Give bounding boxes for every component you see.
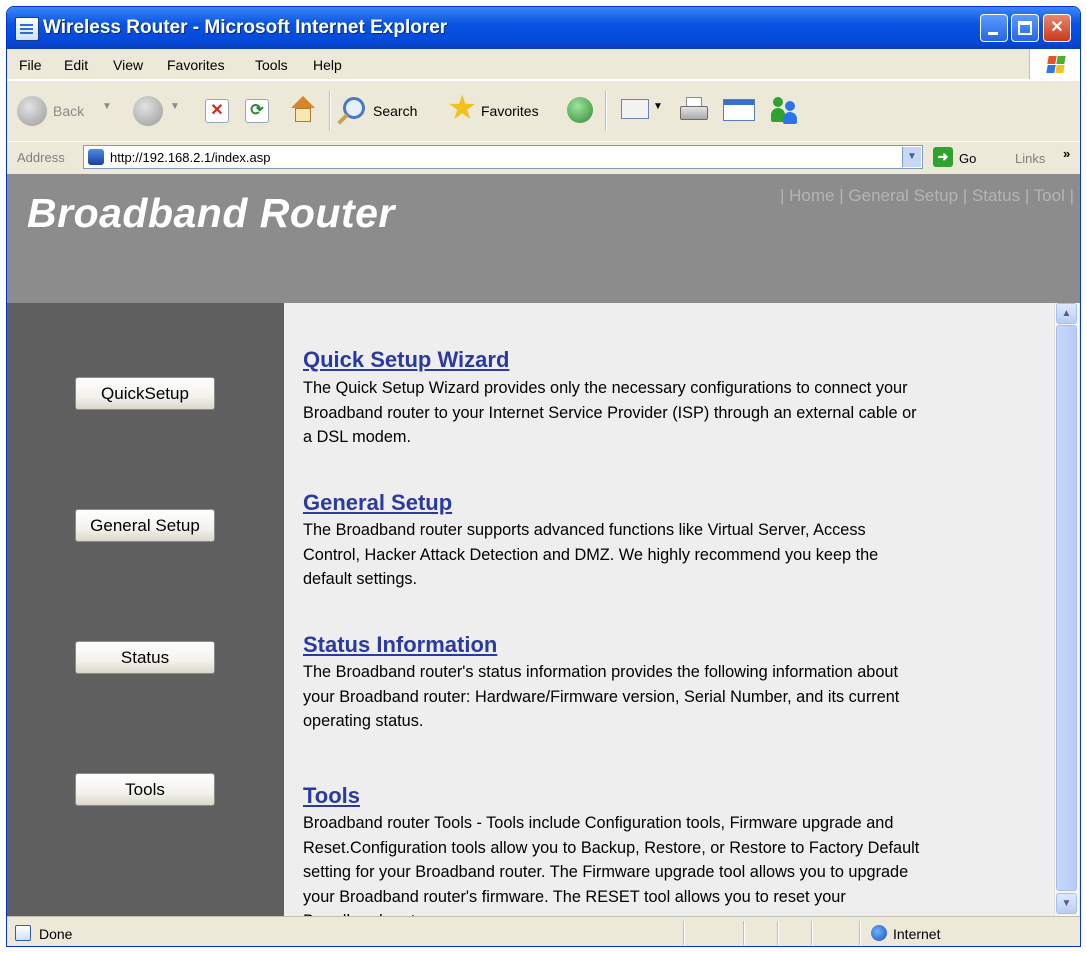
home-icon[interactable]	[289, 96, 317, 124]
nav-tool-link[interactable]: Tool	[1034, 186, 1065, 205]
address-input[interactable]: http://192.168.2.1/index.asp ▼	[83, 145, 923, 169]
toolbar-separator	[329, 91, 331, 131]
back-arrow-icon[interactable]	[17, 96, 47, 126]
status-text: Done	[39, 926, 73, 942]
search-button[interactable]: Search	[373, 103, 417, 119]
go-arrow-icon[interactable]: ➜	[933, 147, 953, 167]
brand-title: Broadband Router	[27, 190, 395, 236]
menu-file[interactable]: File	[19, 57, 42, 73]
general-setup-description: The Broadband router supports advanced f…	[303, 521, 879, 588]
back-button-label[interactable]: Back	[53, 103, 84, 119]
forward-arrow-icon[interactable]	[133, 96, 163, 126]
links-chevron-icon[interactable]: »	[1063, 146, 1070, 161]
messenger-icon[interactable]	[769, 95, 801, 125]
menu-tools[interactable]: Tools	[255, 57, 288, 73]
search-icon-handle	[337, 113, 349, 125]
forward-dropdown-icon[interactable]: ▼	[170, 101, 180, 112]
menu-edit[interactable]: Edit	[64, 57, 88, 73]
tools-description: Broadband router Tools - Tools include C…	[303, 814, 920, 916]
maximize-icon	[1018, 21, 1032, 35]
print-icon[interactable]	[679, 97, 709, 123]
quicksetup-button[interactable]: QuickSetup	[75, 377, 215, 410]
stop-icon[interactable]: ✕	[205, 99, 229, 123]
status-divider	[859, 921, 861, 945]
status-button[interactable]: Status	[75, 641, 215, 674]
scroll-thumb[interactable]	[1056, 325, 1077, 891]
minimize-icon	[988, 32, 998, 35]
history-icon[interactable]	[567, 97, 593, 123]
menu-help[interactable]: Help	[313, 57, 342, 73]
status-information-description: The Broadband router's status informatio…	[303, 663, 900, 730]
address-dropdown-icon[interactable]: ▼	[902, 147, 921, 167]
close-button[interactable]: ✕	[1043, 14, 1071, 42]
quick-setup-description: The Quick Setup Wizard provides only the…	[303, 379, 917, 446]
minimize-button[interactable]	[980, 14, 1008, 42]
address-bar: Address http://192.168.2.1/index.asp ▼ ➜…	[7, 141, 1080, 175]
mail-dropdown-icon[interactable]: ▼	[653, 101, 663, 112]
page-icon	[88, 149, 104, 165]
scroll-up-icon[interactable]: ▲	[1056, 303, 1077, 324]
favorites-button[interactable]: Favorites	[481, 103, 539, 119]
nav-home-link[interactable]: Home	[789, 186, 834, 205]
favorites-star-icon[interactable]: ★	[447, 91, 477, 125]
status-divider	[777, 921, 779, 945]
refresh-icon[interactable]: ⟳	[245, 99, 269, 123]
menu-view[interactable]: View	[113, 57, 143, 73]
browser-window: Wireless Router - Microsoft Internet Exp…	[6, 6, 1081, 947]
address-label: Address	[17, 150, 65, 165]
top-navigation: | Home | General Setup | Status | Tool |	[780, 186, 1074, 205]
status-divider	[811, 921, 813, 945]
edit-icon[interactable]	[723, 99, 755, 121]
address-url[interactable]: http://192.168.2.1/index.asp	[110, 150, 270, 165]
standard-toolbar: Back ▼ ▼ ✕ ⟳ Search ★ Favorites ▼	[7, 80, 1080, 142]
status-bar: Done Internet	[7, 916, 1080, 946]
window-title: Wireless Router - Microsoft Internet Exp…	[43, 17, 448, 38]
ie-page-icon	[15, 17, 39, 41]
status-information-link[interactable]: Status Information	[303, 632, 497, 658]
page-header: Broadband Router | Home | General Setup …	[7, 174, 1080, 303]
mail-icon[interactable]	[621, 99, 649, 119]
nav-status-link[interactable]: Status	[972, 186, 1020, 205]
title-bar[interactable]: Wireless Router - Microsoft Internet Exp…	[7, 7, 1080, 49]
windows-logo-icon	[1029, 49, 1080, 79]
security-zone-label: Internet	[893, 926, 941, 942]
toolbar-separator	[605, 91, 607, 131]
general-setup-button[interactable]: General Setup	[75, 509, 215, 542]
menu-bar: File Edit View Favorites Tools Help	[7, 49, 1080, 80]
maximize-button[interactable]	[1011, 14, 1039, 42]
menu-favorites[interactable]: Favorites	[167, 57, 225, 73]
quick-setup-wizard-link[interactable]: Quick Setup Wizard	[303, 347, 509, 373]
links-button[interactable]: Links	[1015, 151, 1045, 166]
go-button[interactable]: Go	[959, 151, 976, 166]
general-setup-link[interactable]: General Setup	[303, 490, 452, 516]
vertical-scrollbar[interactable]: ▲ ▼	[1054, 303, 1079, 916]
status-divider	[683, 921, 685, 945]
page-viewport: Broadband Router | Home | General Setup …	[7, 174, 1080, 916]
sidebar: QuickSetup General Setup Status Tools	[7, 303, 284, 916]
status-divider	[743, 921, 745, 945]
nav-general-setup-link[interactable]: General Setup	[848, 186, 958, 205]
scroll-down-icon[interactable]: ▼	[1056, 893, 1077, 914]
tools-button[interactable]: Tools	[75, 773, 215, 806]
main-content: Quick Setup Wizard The Quick Setup Wizar…	[284, 303, 1054, 916]
tools-link[interactable]: Tools	[303, 783, 360, 809]
back-dropdown-icon[interactable]: ▼	[102, 101, 112, 112]
internet-zone-icon	[871, 925, 887, 941]
page-done-icon	[15, 925, 31, 941]
